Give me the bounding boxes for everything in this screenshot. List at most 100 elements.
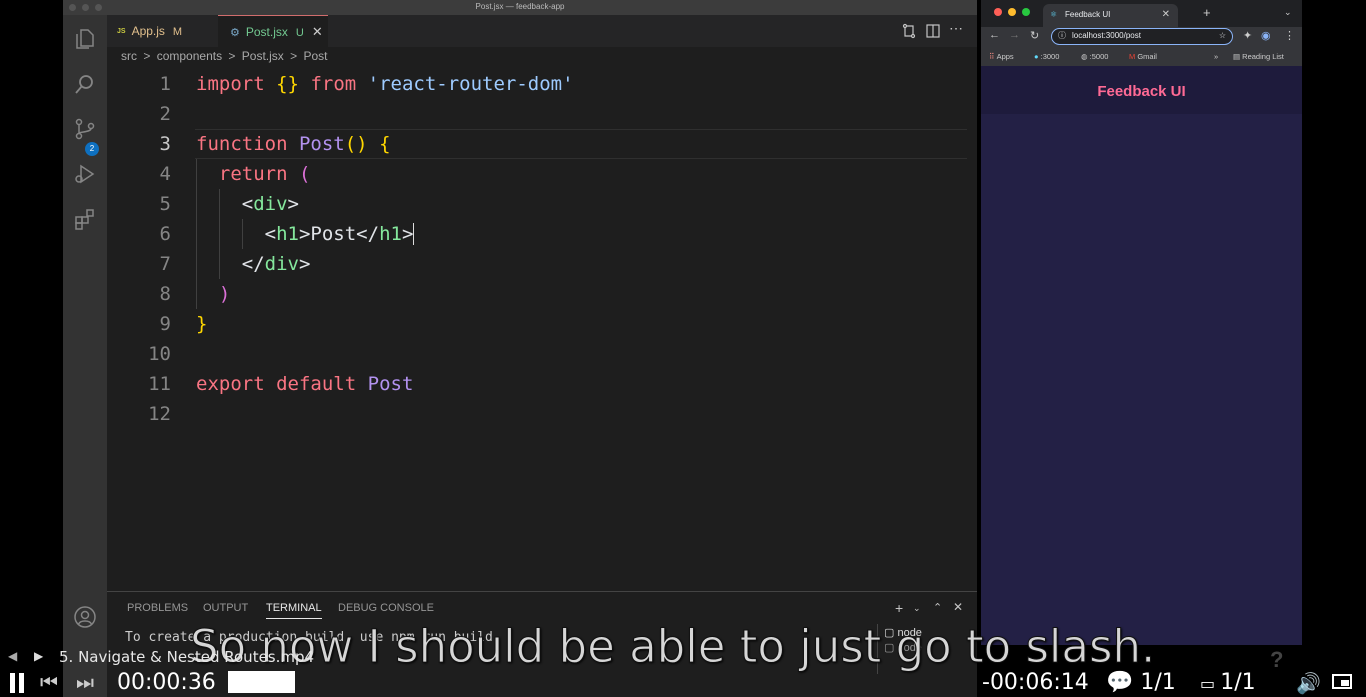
account-icon[interactable] — [73, 605, 97, 629]
seek-bar[interactable] — [228, 671, 295, 693]
remaining-time[interactable]: -00:06:14 — [982, 670, 1089, 695]
tab-terminal[interactable]: TERMINAL — [266, 602, 322, 619]
speech-bubble-icon: 💬 — [1106, 670, 1141, 695]
editor-tab-bar: JS App.js M ⚙ Post.jsx U ✕ ⋯ — [107, 15, 977, 47]
skip-forward-icon[interactable]: ⏭ — [76, 672, 94, 695]
extensions-icon[interactable] — [73, 207, 97, 231]
code-line: 9} — [159, 313, 208, 335]
react-favicon-icon: ● — [1034, 52, 1041, 61]
info-icon: ⓘ — [1058, 31, 1066, 40]
apps-grid-icon: ⠿ — [989, 52, 997, 61]
minimize-dot[interactable] — [1008, 8, 1016, 16]
split-editor-icon[interactable] — [925, 23, 941, 39]
chapters-indicator[interactable]: 💬 1/1 — [1106, 670, 1176, 695]
scm-badge: 2 — [85, 142, 99, 156]
browser-tab[interactable]: ⚛ Feedback UI ✕ — [1043, 4, 1178, 27]
code-line: 1 import {} from 'react-router-dom' — [159, 73, 574, 95]
bookmarks-bar: ⠿ Apps ● :3000 ◍ :5000 M Gmail » ▤ Readi… — [981, 47, 1302, 66]
gear-icon: ⚙ — [230, 27, 240, 39]
previous-file-icon[interactable]: ◀ — [8, 649, 17, 663]
page-title: Feedback UI — [1097, 83, 1186, 100]
reading-list[interactable]: ▤ Reading List — [1233, 52, 1284, 61]
letterbox — [1302, 0, 1366, 645]
title-bar: Post.jsx — feedback-app — [63, 0, 977, 15]
pause-button[interactable] — [8, 673, 26, 693]
page-header: Feedback UI — [981, 66, 1302, 114]
skip-back-icon[interactable]: ⏮ — [40, 672, 58, 695]
bookmark-3000[interactable]: ● :3000 — [1034, 52, 1059, 61]
globe-icon: ◍ — [1081, 52, 1090, 61]
source-control-icon[interactable] — [73, 117, 97, 141]
bookmark-gmail[interactable]: M Gmail — [1129, 52, 1157, 61]
reload-icon[interactable]: ↻ — [1030, 29, 1039, 42]
close-dot[interactable] — [994, 8, 1002, 16]
vscode-window: Post.jsx — feedback-app 2 JS App.js M ⚙ Pos… — [63, 0, 977, 697]
next-file-icon[interactable]: ▶ — [34, 649, 43, 663]
chevron-down-icon[interactable]: ⌄ — [1284, 7, 1292, 18]
explorer-icon[interactable] — [73, 27, 97, 51]
volume-icon[interactable]: 🔊 — [1296, 671, 1321, 696]
current-time: 00:00:36 — [117, 670, 216, 695]
browser-tab-title: Feedback UI — [1065, 10, 1111, 19]
code-line: 2 — [159, 103, 171, 125]
more-actions-icon[interactable]: ⋯ — [949, 21, 965, 39]
code-line: 10 — [148, 343, 171, 365]
chevron-down-icon[interactable]: ⌄ — [913, 603, 921, 614]
back-icon[interactable]: ← — [989, 29, 1000, 41]
page-body — [981, 114, 1302, 645]
maximize-dot[interactable] — [1022, 8, 1030, 16]
tab-problems[interactable]: PROBLEMS — [127, 602, 188, 614]
run-debug-icon[interactable] — [73, 162, 97, 186]
profile-icon[interactable]: ◉ — [1261, 29, 1271, 42]
tab-output[interactable]: OUTPUT — [203, 602, 248, 614]
tab-label: App.js — [131, 24, 165, 38]
code-line: 4 return ( — [159, 163, 311, 185]
breadcrumb-symbol[interactable]: Post — [304, 49, 328, 63]
tab-app-js[interactable]: JS App.js M — [117, 15, 217, 47]
menu-icon[interactable]: ⋮ — [1284, 29, 1295, 42]
star-icon[interactable]: ☆ — [1219, 29, 1226, 43]
search-icon[interactable] — [73, 72, 97, 96]
tab-status: M — [172, 26, 183, 38]
compare-changes-icon[interactable] — [901, 23, 917, 39]
forward-icon[interactable]: → — [1009, 29, 1020, 41]
extensions-icon[interactable]: ✦ — [1243, 29, 1252, 42]
reading-list-icon: ▤ — [1233, 52, 1243, 61]
address-bar[interactable]: ⓘ localhost:3000/post ☆ — [1051, 28, 1233, 45]
code-line: 8 ) — [159, 283, 231, 305]
code-line: 5 <div> — [159, 193, 299, 215]
maximize-panel-icon[interactable]: ⌃ — [933, 601, 942, 614]
breadcrumb-file[interactable]: Post.jsx — [242, 49, 284, 63]
code-line: 11 export default Post — [148, 373, 414, 395]
browser-window: ⚛ Feedback UI ✕ + ⌄ ← → ↻ ✦ ◉ ⋮ ⓘ localh… — [981, 0, 1302, 645]
bookmark-apps[interactable]: ⠿ Apps — [989, 52, 1014, 61]
breadcrumb-components[interactable]: components — [157, 49, 222, 63]
chevron-right-icon: > — [228, 49, 236, 63]
chevron-right-icon: > — [143, 49, 151, 63]
help-icon[interactable]: ? — [1270, 647, 1283, 673]
code-line: 3 function Post() { — [159, 133, 391, 155]
browser-tab-strip: ⚛ Feedback UI ✕ + ⌄ — [981, 0, 1302, 27]
subtitles-indicator[interactable]: ▭ 1/1 — [1200, 670, 1256, 695]
picture-in-picture-icon[interactable] — [1332, 674, 1352, 689]
react-favicon-icon: ⚛ — [1050, 10, 1058, 19]
code-editor[interactable]: 1 import {} from 'react-router-dom' 2 3 fu… — [107, 69, 977, 591]
media-filename: 5. Navigate & Nested Routes.mp4 — [59, 648, 315, 666]
close-icon[interactable]: ✕ — [1162, 4, 1170, 25]
new-terminal-icon[interactable]: + — [895, 600, 903, 616]
tab-label: Post.jsx — [245, 25, 288, 39]
code-line: 7 </div> — [159, 253, 311, 275]
more-bookmarks-icon[interactable]: » — [1214, 52, 1218, 61]
close-icon[interactable]: ✕ — [312, 24, 323, 39]
code-line: 12 — [148, 403, 171, 425]
subtitles-icon: ▭ — [1200, 674, 1221, 693]
tab-post-jsx[interactable]: ⚙ Post.jsx U ✕ — [218, 15, 328, 47]
bookmark-5000[interactable]: ◍ :5000 — [1081, 52, 1108, 61]
new-tab-icon[interactable]: + — [1203, 5, 1211, 20]
close-panel-icon[interactable]: ✕ — [953, 600, 963, 614]
breadcrumb-src[interactable]: src — [121, 49, 137, 63]
tab-debug-console[interactable]: DEBUG CONSOLE — [338, 602, 434, 614]
js-file-icon: JS — [117, 28, 126, 35]
activity-bar: 2 — [63, 15, 107, 697]
chevron-right-icon: > — [290, 49, 298, 63]
